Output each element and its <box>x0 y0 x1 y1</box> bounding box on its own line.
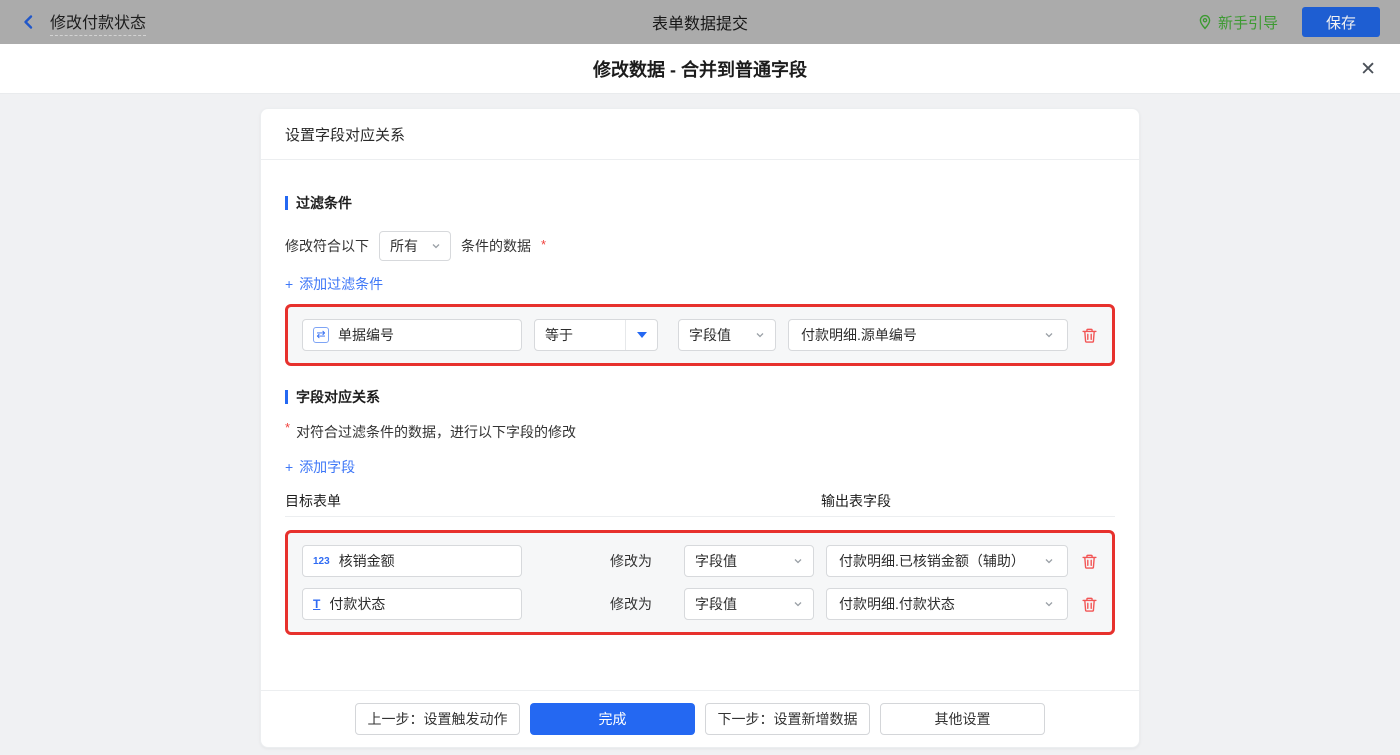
operator-caret-zone[interactable] <box>625 320 657 350</box>
settings-card: 设置字段对应关系 过滤条件 修改符合以下 所有 条件的数据 * + 添加过滤条件… <box>260 108 1140 748</box>
card-header-title: 设置字段对应关系 <box>261 109 1139 160</box>
condition-logic-select[interactable]: 所有 <box>379 231 451 261</box>
chevron-down-icon <box>794 602 802 607</box>
value-type: 字段值 <box>695 596 737 612</box>
required-asterisk: * <box>285 420 291 435</box>
add-filter-condition-link[interactable]: + 添加过滤条件 <box>285 274 383 294</box>
delete-mapping-button[interactable] <box>1081 596 1098 613</box>
guide-button[interactable]: 新手引导 <box>1197 12 1278 33</box>
mapping-value: 付款明细.付款状态 <box>839 596 955 612</box>
caret-down-icon <box>636 332 647 338</box>
mapping-field-input[interactable]: 123 核销金额 <box>302 545 522 577</box>
mapping-field-name: 核销金额 <box>338 553 395 569</box>
chevron-down-icon <box>1045 559 1053 564</box>
value-type: 字段值 <box>689 327 731 343</box>
chevron-down-icon <box>1045 333 1053 338</box>
section-bar <box>285 196 288 210</box>
done-button[interactable]: 完成 <box>530 703 695 735</box>
add-field-link[interactable]: + 添加字段 <box>285 457 355 477</box>
flow-title[interactable]: 修改付款状态 <box>50 9 147 36</box>
section-bar <box>285 390 288 404</box>
mapping-value-select[interactable]: 付款明细.已核销金额（辅助） <box>826 545 1068 577</box>
serial-number-icon: ⇄ <box>313 327 329 343</box>
condition-row: 修改符合以下 所有 条件的数据 * <box>285 231 1115 261</box>
trash-icon <box>1082 554 1097 569</box>
delete-mapping-button[interactable] <box>1081 553 1098 570</box>
required-asterisk: * <box>541 236 547 252</box>
guide-label: 新手引导 <box>1217 14 1278 32</box>
mapping-row: T 付款状态 修改为 字段值 付款明细.付款状态 <box>302 588 1098 620</box>
mapping-description: * 对符合过滤条件的数据，进行以下字段的修改 <box>285 420 577 440</box>
value-type: 字段值 <box>695 553 737 569</box>
filter-section-title: 过滤条件 <box>285 193 1115 213</box>
filter-value-select[interactable]: 付款明细.源单编号 <box>788 319 1068 351</box>
chevron-down-icon <box>432 244 440 249</box>
mapping-row: 123 核销金额 修改为 字段值 付款明细.已核销金额（辅助） <box>302 545 1098 577</box>
card-footer: 上一步：设置触发动作 完成 下一步：设置新增数据 其他设置 <box>261 690 1139 747</box>
mapping-column-headers: 目标表单 输出表字段 <box>285 491 1115 509</box>
value-type-select[interactable]: 字段值 <box>678 319 776 351</box>
page-title: 表单数据提交 <box>651 16 748 33</box>
condition-suffix: 条件的数据 <box>461 238 531 254</box>
condition-logic-value: 所有 <box>390 238 418 254</box>
guide-pin-icon <box>1199 14 1211 30</box>
plus-icon: + <box>285 276 294 292</box>
mapping-section-title: 字段对应关系 <box>285 387 1115 407</box>
modify-to-label: 修改为 <box>610 596 652 612</box>
next-step-button[interactable]: 下一步：设置新增数据 <box>705 703 870 735</box>
text-field-icon: T <box>313 597 321 611</box>
chevron-down-icon <box>794 559 802 564</box>
divider <box>285 516 1115 517</box>
close-icon[interactable]: ✕ <box>1360 44 1376 94</box>
mapping-field-input[interactable]: T 付款状态 <box>302 588 522 620</box>
operator-value: 等于 <box>545 327 573 343</box>
save-button[interactable]: 保存 <box>1301 7 1380 37</box>
back-icon <box>24 15 33 29</box>
delete-filter-button[interactable] <box>1081 327 1098 344</box>
prev-step-button[interactable]: 上一步：设置触发动作 <box>355 703 520 735</box>
modal-title: 修改数据 - 合并到普通字段 <box>593 59 807 80</box>
modal-header: 修改数据 - 合并到普通字段 ✕ <box>0 44 1400 94</box>
trash-icon <box>1082 597 1097 612</box>
other-settings-button[interactable]: 其他设置 <box>880 703 1045 735</box>
mapping-field-name: 付款状态 <box>329 596 386 612</box>
mapping-value: 付款明细.已核销金额（辅助） <box>839 553 1025 569</box>
value-type-select[interactable]: 字段值 <box>684 545 814 577</box>
filter-row: ⇄ 单据编号 等于 字段值 付款明细.源单编号 <box>302 319 1098 351</box>
value-type-select[interactable]: 字段值 <box>684 588 814 620</box>
chevron-down-icon <box>756 333 764 338</box>
mapping-highlight-box: 123 核销金额 修改为 字段值 付款明细.已核销金额（辅助） T 付款状态 修… <box>285 530 1115 635</box>
filter-highlight-box: ⇄ 单据编号 等于 字段值 付款明细.源单编号 <box>285 304 1115 366</box>
mapping-value-select[interactable]: 付款明细.付款状态 <box>826 588 1068 620</box>
condition-prefix: 修改符合以下 <box>285 238 369 254</box>
column-target-form: 目标表单 <box>285 493 341 509</box>
filter-value: 付款明细.源单编号 <box>801 327 917 343</box>
filter-field-input[interactable]: ⇄ 单据编号 <box>302 319 522 351</box>
filter-field-name: 单据编号 <box>338 327 394 343</box>
column-output-field: 输出表字段 <box>821 493 891 509</box>
modal-body: 设置字段对应关系 过滤条件 修改符合以下 所有 条件的数据 * + 添加过滤条件… <box>0 94 1400 755</box>
trash-icon <box>1082 328 1097 343</box>
back-button[interactable] <box>20 13 38 31</box>
chevron-down-icon <box>1045 602 1053 607</box>
plus-icon: + <box>285 459 294 475</box>
topbar: 表单数据提交 修改付款状态 新手引导 保存 <box>0 0 1400 44</box>
operator-select[interactable]: 等于 <box>534 319 658 351</box>
modify-to-label: 修改为 <box>610 553 652 569</box>
number-field-icon: 123 <box>313 555 330 567</box>
